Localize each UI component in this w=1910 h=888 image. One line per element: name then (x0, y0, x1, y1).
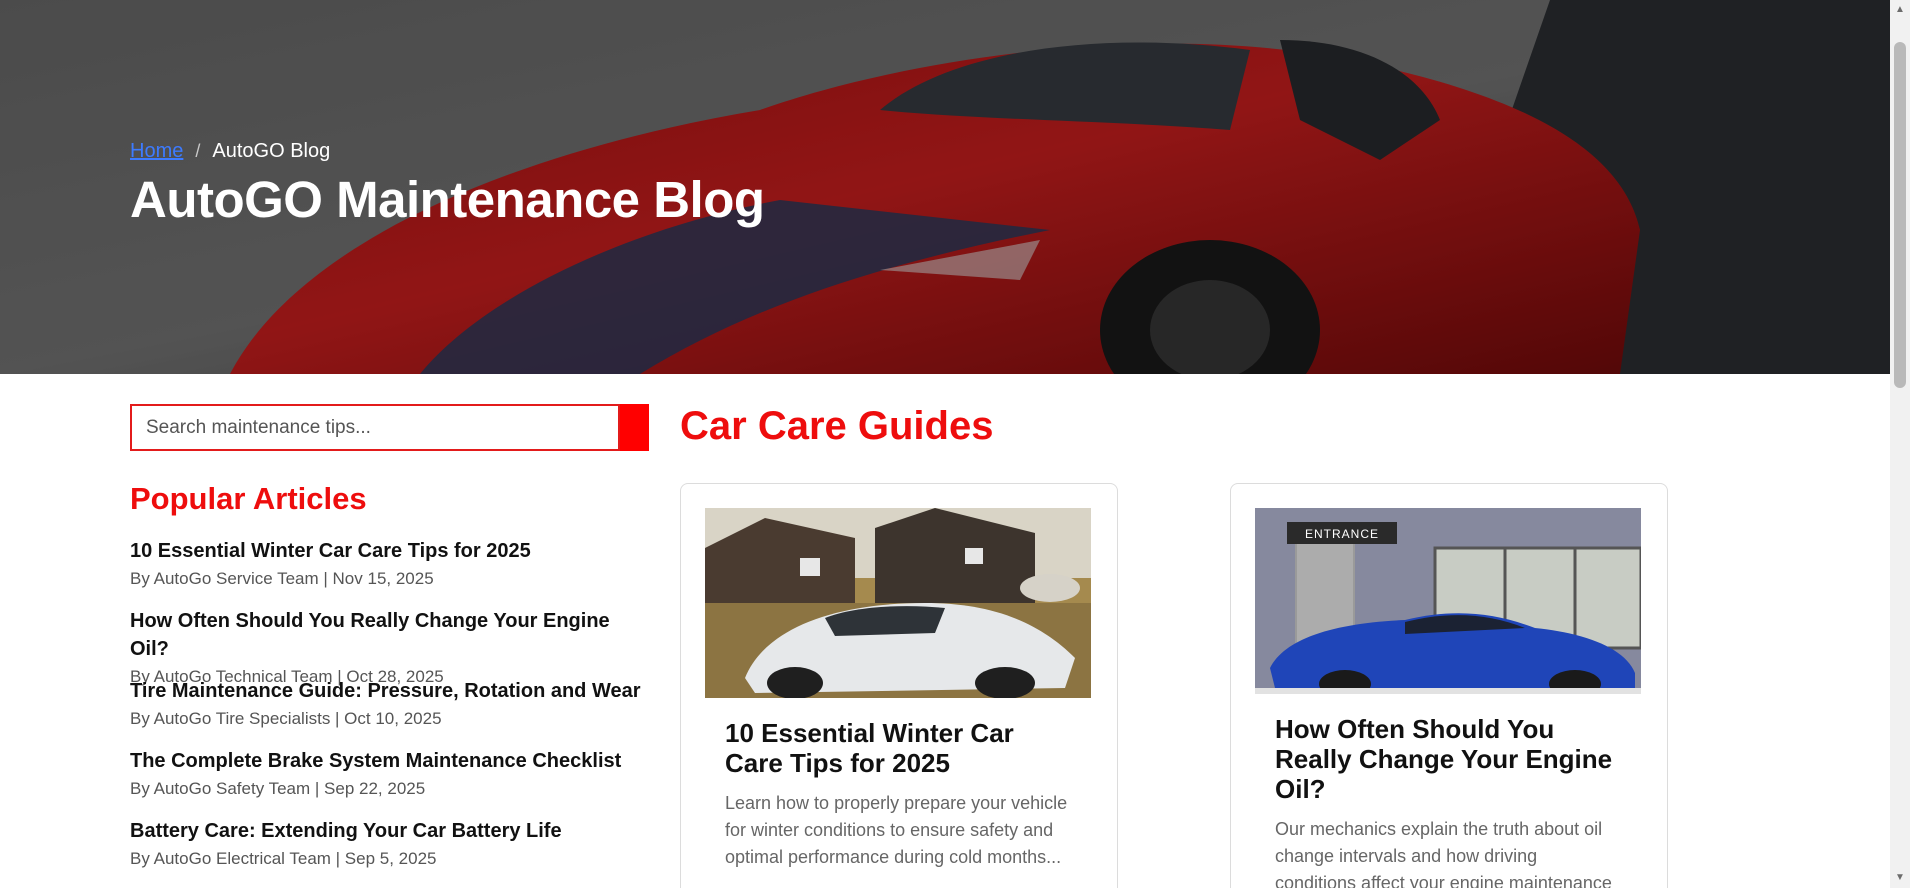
hero-banner: Home / AutoGO Blog AutoGO Maintenance Bl… (0, 0, 1890, 374)
popular-article-link[interactable]: How Often Should You Really Change Your … (130, 607, 650, 663)
entrance-sign: ENTRANCE (1305, 527, 1379, 541)
card-image: ENTRANCE (1255, 508, 1641, 694)
page-scrollbar[interactable]: ▲ ▼ (1890, 0, 1910, 888)
article-meta: By AutoGo Service Team | Nov 15, 2025 (130, 569, 434, 588)
breadcrumb-current: AutoGO Blog (212, 140, 331, 162)
card-title[interactable]: How Often Should You Really Change Your … (1275, 714, 1623, 804)
popular-article-link[interactable]: Battery Care: Extending Your Car Battery… (130, 817, 650, 845)
list-item: How Often Should You Really Change Your … (130, 607, 650, 686)
search-bar (130, 404, 649, 451)
article-card[interactable]: 10 Essential Winter Car Care Tips for 20… (680, 483, 1118, 888)
article-meta: By AutoGo Safety Team | Sep 22, 2025 (130, 779, 426, 798)
card-title[interactable]: 10 Essential Winter Car Care Tips for 20… (725, 718, 1073, 778)
scroll-thumb[interactable] (1894, 42, 1906, 388)
article-card[interactable]: ENTRANCE How Often Should You Really Cha… (1230, 483, 1668, 888)
search-button[interactable] (620, 404, 649, 451)
blue-car-image: ENTRANCE (1255, 508, 1641, 694)
breadcrumb-home-link[interactable]: Home (130, 140, 183, 163)
popular-articles-list: 10 Essential Winter Car Care Tips for 20… (130, 537, 650, 887)
search-input[interactable] (130, 404, 620, 451)
list-item: Tire Maintenance Guide: Pressure, Rotati… (130, 677, 650, 747)
page-title: AutoGO Maintenance Blog (130, 171, 765, 228)
scroll-up-icon[interactable]: ▲ (1894, 4, 1906, 16)
list-item: The Complete Brake System Maintenance Ch… (130, 747, 650, 817)
car-care-guides-heading: Car Care Guides (680, 404, 994, 448)
popular-article-link[interactable]: 10 Essential Winter Car Care Tips for 20… (130, 537, 650, 565)
list-item: Battery Care: Extending Your Car Battery… (130, 817, 650, 887)
popular-article-link[interactable]: Tire Maintenance Guide: Pressure, Rotati… (130, 677, 650, 705)
silver-car-image (705, 508, 1091, 698)
breadcrumb-separator: / (195, 141, 201, 161)
scroll-down-icon[interactable]: ▼ (1894, 872, 1906, 884)
popular-articles-heading: Popular Articles (130, 481, 367, 516)
card-excerpt: Learn how to properly prepare your vehic… (725, 793, 1068, 867)
card-image (705, 508, 1091, 698)
popular-article-link[interactable]: The Complete Brake System Maintenance Ch… (130, 747, 650, 775)
card-excerpt: Our mechanics explain the truth about oi… (1275, 819, 1612, 888)
article-meta: By AutoGo Tire Specialists | Oct 10, 202… (130, 709, 442, 728)
breadcrumb: Home / AutoGO Blog (130, 140, 330, 163)
article-meta: By AutoGo Electrical Team | Sep 5, 2025 (130, 849, 437, 868)
list-item: 10 Essential Winter Car Care Tips for 20… (130, 537, 650, 607)
